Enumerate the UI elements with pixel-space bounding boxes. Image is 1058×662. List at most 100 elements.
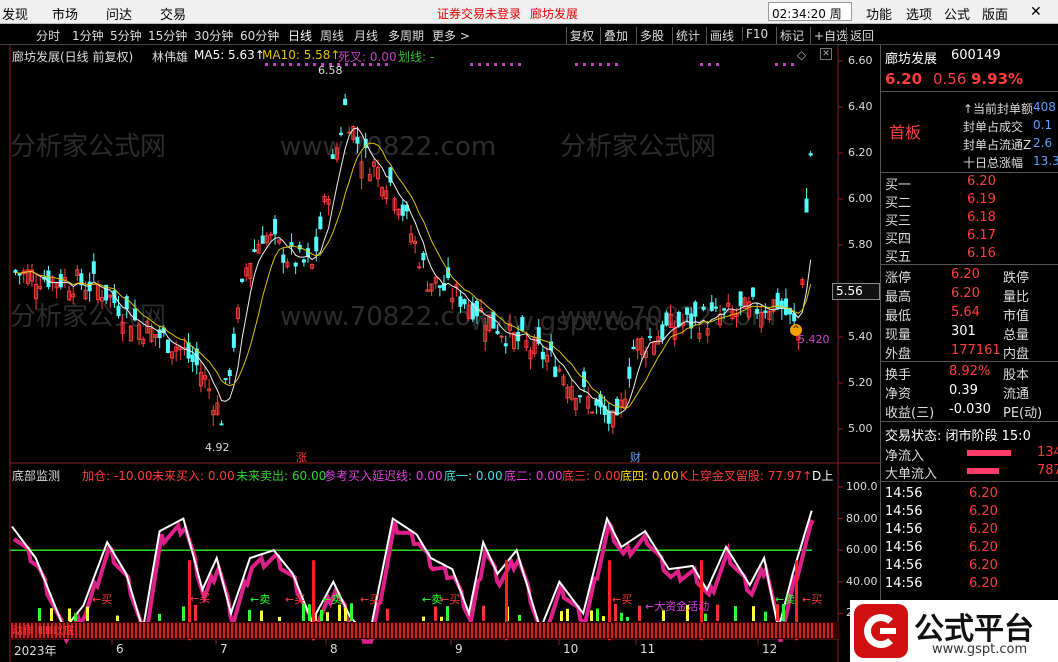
menu-formula[interactable]: 公式: [944, 4, 970, 23]
candle-body: [306, 248, 311, 258]
stat2-row-label: 收益(三): [885, 406, 935, 421]
chart-area[interactable]: 分析家公式网 www.70822.com 分析家公式网 www.70822.com 分析…: [0, 45, 880, 662]
candle-body: [314, 236, 319, 252]
signal-bar: [638, 605, 641, 621]
close-icon[interactable]: ✕: [1030, 4, 1042, 20]
period-5min[interactable]: 5分钟: [110, 27, 142, 44]
indicator-axis-label: 100.0: [846, 480, 878, 493]
candle-body: [330, 154, 335, 159]
mark-cai[interactable]: 财: [630, 449, 641, 465]
tool-draw[interactable]: 画线: [706, 27, 734, 44]
lower-item-delay: 参考买入延迟线: 0.00: [324, 469, 443, 483]
ma10-label: MA10: 5.58↑: [262, 48, 341, 62]
period-30min[interactable]: 30分钟: [194, 27, 233, 44]
menu-market[interactable]: 市场: [52, 4, 78, 23]
tick-row-label: 14:56: [885, 540, 923, 555]
signal-bar: [344, 607, 347, 621]
tick-row: 14:56 6.20: [883, 575, 1058, 593]
indicator-name[interactable]: 林伟雄: [152, 48, 188, 65]
tick-row: 14:56 6.20: [883, 557, 1058, 575]
candle-body: [779, 300, 784, 309]
period-monthly[interactable]: 月线: [354, 27, 378, 44]
dead-cross-label: 死叉: 0.00: [338, 50, 397, 64]
candle-body: [116, 305, 121, 317]
seal-row-value: 0.1: [1033, 118, 1053, 132]
price-axis-label: 6.20: [848, 146, 873, 159]
signal-bar: [716, 604, 719, 621]
signal-bar: [50, 608, 53, 621]
mark-zhang[interactable]: 涨: [296, 449, 307, 465]
candle-body: [516, 331, 521, 342]
signal-bar: [86, 606, 89, 621]
tick-row-value: 6.20: [969, 576, 998, 591]
lower-item-bottom1: 底一: 0.00: [444, 469, 503, 483]
tool-overlay[interactable]: 叠加: [600, 27, 628, 44]
signal-bar: [248, 609, 251, 621]
signal-bar: [602, 616, 605, 621]
menu-function[interactable]: 功能: [866, 4, 892, 23]
tool-back[interactable]: 返回: [846, 27, 874, 44]
period-1min[interactable]: 1分钟: [72, 27, 104, 44]
candle-body: [462, 299, 467, 305]
menu-options[interactable]: 选项: [906, 4, 932, 23]
menu-trade[interactable]: 交易: [160, 4, 186, 23]
period-more[interactable]: 更多 >: [432, 27, 470, 44]
candle-body: [627, 366, 632, 379]
buy-signal-icon[interactable]: ^: [790, 324, 802, 336]
signal-bar: [518, 614, 521, 621]
period-daily[interactable]: 日线: [288, 27, 312, 44]
lower-title[interactable]: 底部监测: [12, 467, 60, 484]
menu-discover[interactable]: 发现: [2, 4, 28, 23]
stat2-row: 换手 8.92% 股本: [883, 363, 1058, 383]
stat-row-label2: 跌停: [1003, 271, 1030, 286]
candle-body: [421, 253, 426, 261]
candle-body: [281, 254, 286, 263]
stat-row: 最低 5.64 市值: [883, 304, 1058, 324]
flow-row: 净流入 134: [883, 444, 1058, 464]
signal-bar: [422, 616, 425, 621]
candle-body: [540, 351, 545, 360]
signal-bar: [74, 613, 77, 621]
candle-body: [260, 235, 265, 244]
bid-row: 买五 6.16: [883, 245, 1058, 265]
period-fenshi[interactable]: 分时: [36, 27, 60, 44]
period-weekly[interactable]: 周线: [320, 27, 344, 44]
seal-row: 十日总涨幅 13.3: [883, 153, 1058, 171]
tool-fuquan[interactable]: 复权: [566, 27, 594, 44]
stat-row: 涨停 6.20 跌停: [883, 266, 1058, 286]
tick-row-label: 14:56: [885, 576, 923, 591]
candle-body: [689, 313, 694, 329]
menu-layout[interactable]: 版面: [982, 4, 1008, 23]
diamond-icon[interactable]: ◇: [797, 48, 806, 62]
candle-body: [17, 273, 22, 276]
tool-add-watch[interactable]: +自选: [810, 27, 848, 44]
stat-row: 最高 6.20 量比: [883, 285, 1058, 305]
candle-body: [13, 269, 18, 273]
tick-row-value: 6.20: [969, 504, 998, 519]
price-axis-label: 5.40: [848, 330, 873, 343]
menu-wenda[interactable]: 问达: [106, 4, 132, 23]
tool-mark[interactable]: 标记: [776, 27, 804, 44]
stat2-row-value: -0.030: [949, 402, 991, 417]
tool-stats[interactable]: 统计: [672, 27, 700, 44]
lower-item-kcross: K上穿金叉留股: 77.97↑: [680, 469, 813, 483]
signal-bar: [386, 608, 389, 621]
seal-row-label: 封单占流通Z: [963, 138, 1032, 152]
lower-item-d: D上: [812, 469, 834, 483]
candle-body: [458, 296, 463, 307]
signal-bar: [194, 604, 197, 621]
period-multi[interactable]: 多周期: [388, 27, 424, 44]
period-15min[interactable]: 15分钟: [148, 27, 187, 44]
chart-title: 廊坊发展(日线 前复权): [12, 50, 134, 64]
login-warning[interactable]: 证券交易未登录: [437, 5, 521, 22]
candle-body: [685, 307, 690, 315]
seal-row: 封单占成交 0.1: [883, 117, 1058, 135]
logo-g-icon: [854, 604, 908, 658]
tool-multistock[interactable]: 多股: [636, 27, 664, 44]
candle-body: [503, 343, 508, 347]
close-small-icon[interactable]: ✕: [820, 48, 832, 60]
signal-note: ←买: [360, 593, 381, 606]
period-60min[interactable]: 60分钟: [240, 27, 279, 44]
tool-f10[interactable]: F10: [742, 27, 768, 41]
gspt-logo[interactable]: 公式平台 www.gspt.com: [850, 600, 1058, 662]
